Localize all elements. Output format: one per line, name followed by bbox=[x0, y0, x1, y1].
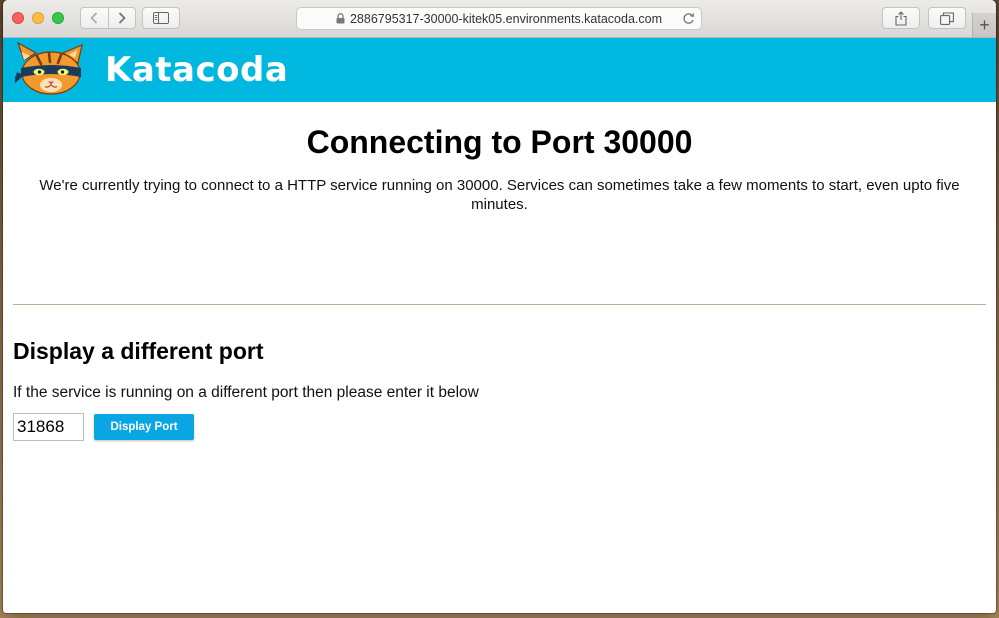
back-button[interactable] bbox=[81, 8, 108, 28]
browser-toolbar: 2886795317-30000-kitek05.environments.ka… bbox=[3, 0, 996, 38]
sidebar-toggle-button[interactable] bbox=[142, 7, 180, 29]
new-tab-button[interactable]: + bbox=[972, 13, 996, 37]
url-text: 2886795317-30000-kitek05.environments.ka… bbox=[349, 11, 662, 26]
show-tabs-button[interactable] bbox=[928, 7, 966, 29]
address-bar[interactable]: 2886795317-30000-kitek05.environments.ka… bbox=[296, 7, 702, 30]
katacoda-header: Katacoda bbox=[3, 38, 996, 102]
share-icon bbox=[895, 10, 907, 26]
sidebar-icon bbox=[153, 12, 169, 24]
fullscreen-window-button[interactable] bbox=[52, 12, 64, 24]
tabs-icon bbox=[940, 11, 954, 25]
lock-icon bbox=[336, 13, 345, 24]
section-divider bbox=[13, 304, 986, 305]
brand-name: Katacoda bbox=[105, 50, 289, 90]
share-button[interactable] bbox=[882, 7, 920, 29]
minimize-window-button[interactable] bbox=[32, 12, 44, 24]
port-input[interactable] bbox=[13, 413, 84, 441]
alt-port-help-text: If the service is running on a different… bbox=[13, 384, 479, 401]
browser-window: 2886795317-30000-kitek05.environments.ka… bbox=[3, 0, 996, 613]
forward-button[interactable] bbox=[107, 8, 136, 28]
connection-status-text: We're currently trying to connect to a H… bbox=[39, 177, 960, 213]
port-form: Display Port bbox=[13, 413, 986, 441]
katacoda-logo[interactable] bbox=[15, 42, 91, 98]
forward-icon bbox=[118, 12, 126, 24]
alt-port-heading: Display a different port bbox=[13, 338, 264, 364]
back-icon bbox=[90, 12, 98, 24]
page-title: Connecting to Port 30000 bbox=[306, 124, 693, 160]
close-window-button[interactable] bbox=[12, 12, 24, 24]
page-content: Connecting to Port 30000 We're currently… bbox=[3, 124, 996, 441]
reload-icon[interactable] bbox=[682, 12, 695, 25]
display-port-button[interactable]: Display Port bbox=[94, 414, 194, 440]
history-nav bbox=[80, 7, 136, 29]
